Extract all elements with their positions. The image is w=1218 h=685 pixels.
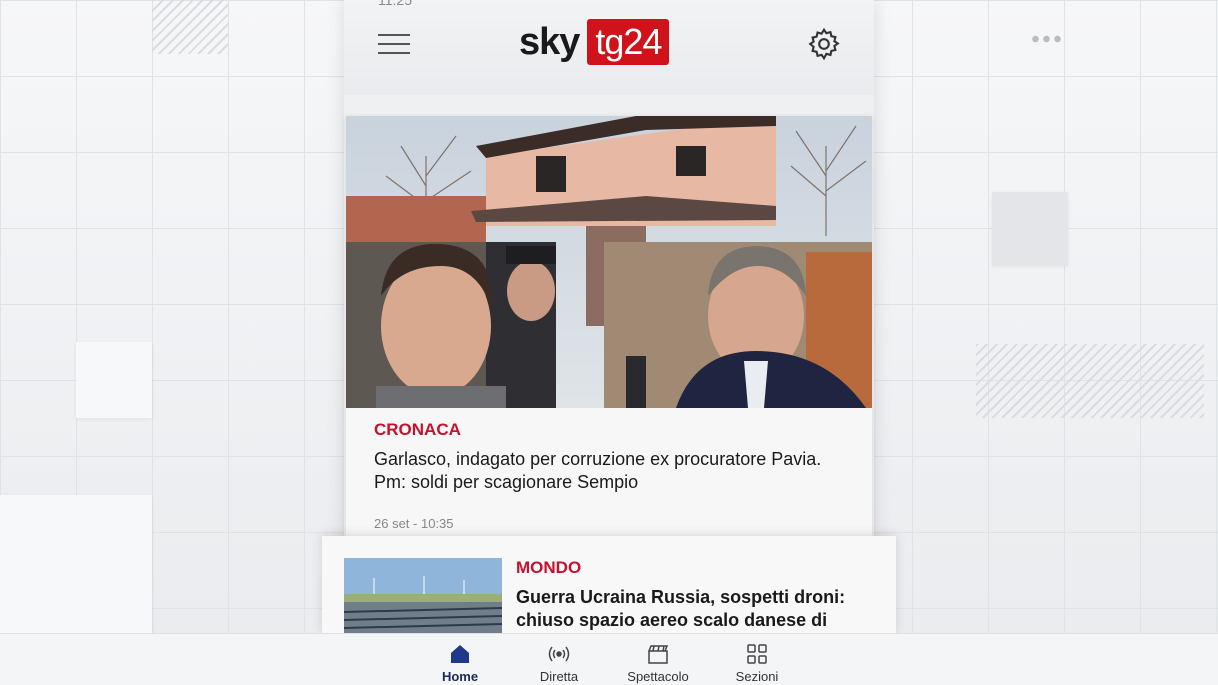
- logo-tg24-text: tg24: [587, 19, 670, 65]
- sky-tg24-logo[interactable]: sky tg24: [519, 18, 670, 66]
- clapperboard-icon: [648, 645, 669, 664]
- article-hero-image: [346, 116, 872, 408]
- nav-label: Home: [441, 669, 479, 684]
- article-category: MONDO: [516, 558, 582, 577]
- hamburger-icon[interactable]: [378, 34, 410, 56]
- live-broadcast-icon: [548, 646, 570, 662]
- article-headline[interactable]: Guerra Ucraina Russia, sospetti droni: c…: [516, 586, 856, 632]
- nav-label: Sezioni: [735, 669, 779, 684]
- status-time: 11:25: [378, 0, 412, 8]
- nav-label: Spettacolo: [627, 669, 689, 684]
- background-stripe: [152, 0, 228, 54]
- nav-item-sezioni[interactable]: Sezioni: [712, 642, 802, 684]
- nav-item-home[interactable]: Home: [415, 642, 505, 684]
- article-card[interactable]: MONDO Guerra Ucraina Russia, sospetti dr…: [322, 536, 896, 636]
- background-tile: [76, 342, 152, 418]
- nav-item-spettacolo[interactable]: Spettacolo: [613, 642, 703, 684]
- article-timestamp: 26 set - 10:35: [374, 516, 454, 531]
- background-stripe: [976, 344, 1204, 418]
- background-tile: [0, 495, 152, 633]
- article-card-featured[interactable]: CRONACA Garlasco, indagato per corruzion…: [346, 116, 872, 536]
- gear-icon[interactable]: [806, 26, 842, 62]
- app-header: 11:25 sky tg24: [344, 0, 874, 95]
- article-thumbnail: [344, 558, 502, 636]
- grid-icon: [747, 644, 767, 664]
- nav-item-diretta[interactable]: Diretta: [514, 642, 604, 684]
- bottom-navigation: Home Diretta Spettacolo Sezioni: [0, 633, 1218, 685]
- nav-label: Diretta: [539, 669, 579, 684]
- article-headline[interactable]: Garlasco, indagato per corruzione ex pro…: [374, 448, 854, 494]
- article-category: CRONACA: [374, 420, 461, 439]
- home-icon: [451, 645, 469, 663]
- background-tile: [992, 192, 1068, 266]
- logo-sky-text: sky: [519, 20, 580, 63]
- background-dots: [1030, 35, 1064, 43]
